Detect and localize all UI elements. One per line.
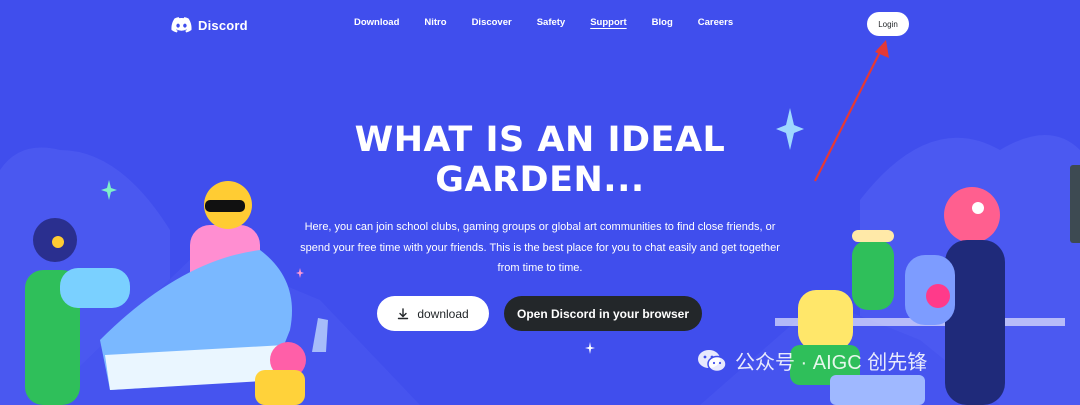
download-button[interactable]: download	[377, 296, 489, 331]
brand-name: Discord	[198, 17, 248, 33]
download-icon	[398, 307, 409, 319]
watermark: 公众号 · AIGC 创先锋	[697, 346, 927, 375]
hero-title-line2: GARDEN...	[435, 160, 645, 200]
hero-subtitle: Here, you can join school clubs, gaming …	[300, 221, 780, 274]
download-button-label: download	[417, 306, 469, 321]
nav-links: Download Nitro Discover Safety Support B…	[354, 17, 758, 28]
discord-icon	[171, 17, 192, 33]
watermark-text: 公众号 · AIGC 创先锋	[735, 352, 928, 374]
background-decoration	[0, 108, 1080, 405]
nav-link-nitro[interactable]: Nitro	[424, 17, 446, 28]
login-button[interactable]: Login	[867, 12, 909, 36]
nav-link-support[interactable]: Support	[590, 17, 626, 28]
hero-title: WHAT IS AN IDEAL GARDEN...	[240, 120, 840, 200]
open-in-browser-button[interactable]: Open Discord in your browser	[504, 296, 702, 331]
nav-link-careers[interactable]: Careers	[698, 17, 733, 28]
hero-title-line1: WHAT IS AN IDEAL	[354, 120, 726, 160]
side-widget[interactable]	[1070, 165, 1080, 243]
top-navigation: Discord Download Nitro Discover Safety S…	[0, 0, 1080, 50]
nav-link-blog[interactable]: Blog	[652, 17, 673, 28]
wechat-icon	[698, 349, 727, 372]
nav-link-discover[interactable]: Discover	[472, 17, 512, 28]
discord-logo[interactable]: Discord	[171, 15, 248, 35]
nav-link-download[interactable]: Download	[354, 17, 399, 28]
nav-link-safety[interactable]: Safety	[537, 17, 566, 28]
